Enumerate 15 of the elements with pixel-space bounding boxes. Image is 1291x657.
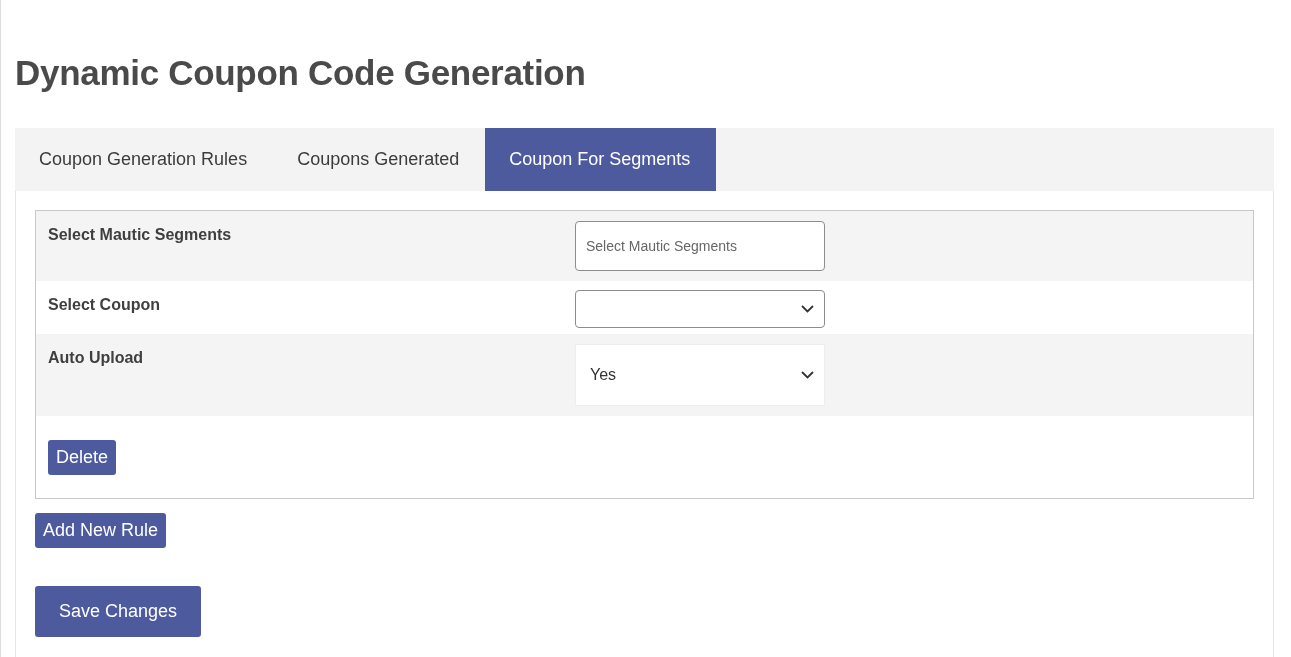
field-label: Auto Upload (47, 348, 145, 368)
save-button[interactable]: Save Changes (35, 586, 202, 637)
input-field[interactable]: Select Mautic Segments (575, 221, 825, 271)
page-title: Dynamic Coupon Code Generation (15, 52, 587, 94)
tab[interactable]: Coupon Generation Rules (15, 128, 274, 191)
delete-button[interactable]: Delete (48, 440, 117, 475)
add-rule-button[interactable]: Add New Rule (35, 513, 167, 548)
dropdown[interactable] (575, 290, 825, 328)
dropdown[interactable]: Yes (575, 344, 825, 406)
field-label: Select Mautic Segments (47, 225, 233, 245)
chevron-down-icon (801, 371, 814, 379)
field-label: Select Coupon (47, 295, 161, 315)
chevron-down-icon (801, 305, 814, 313)
tab[interactable]: Coupons Generated (273, 128, 486, 191)
tab[interactable]: Coupon For Segments (485, 128, 717, 191)
